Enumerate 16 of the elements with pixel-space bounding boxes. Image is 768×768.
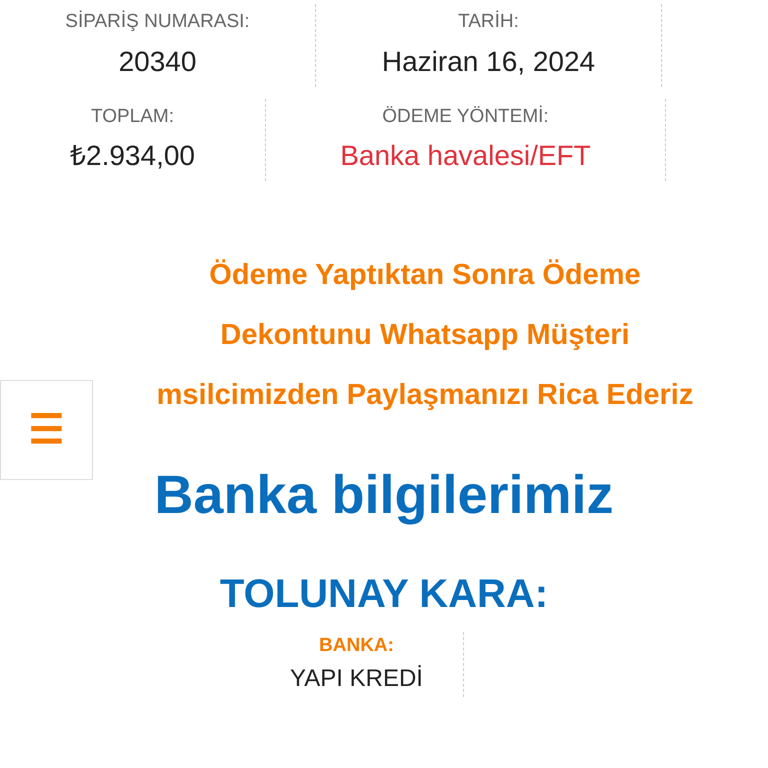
notice-text: Dekontunu Whatsapp Müşteri <box>220 318 630 353</box>
field-value: 20340 <box>118 44 196 78</box>
field-value: Haziran 16, 2024 <box>382 44 596 78</box>
notice-text: Ödeme Yaptıktan Sonra Ödeme <box>209 258 641 293</box>
field-label: BANKA: <box>319 634 394 658</box>
field-value: ₺2.934,00 <box>70 139 195 173</box>
field-label: SİPARİŞ NUMARASI: <box>65 10 250 34</box>
field-label: TOPLAM: <box>90 104 174 128</box>
field-label: TARİH: <box>458 10 519 34</box>
account-name: TOLUNAY KARA: <box>220 571 548 618</box>
notice-text: msilcimizden Paylaşmanızı Rica Ederiz <box>156 378 694 413</box>
menu-button[interactable]: ☰ <box>0 380 93 480</box>
section-heading: Banka bilgilerimiz <box>154 464 614 527</box>
field-label: ÖDEME YÖNTEMİ: <box>382 104 549 128</box>
field-value: Banka havalesi/EFT <box>340 139 591 173</box>
field-value: YAPI KREDİ <box>290 664 423 694</box>
